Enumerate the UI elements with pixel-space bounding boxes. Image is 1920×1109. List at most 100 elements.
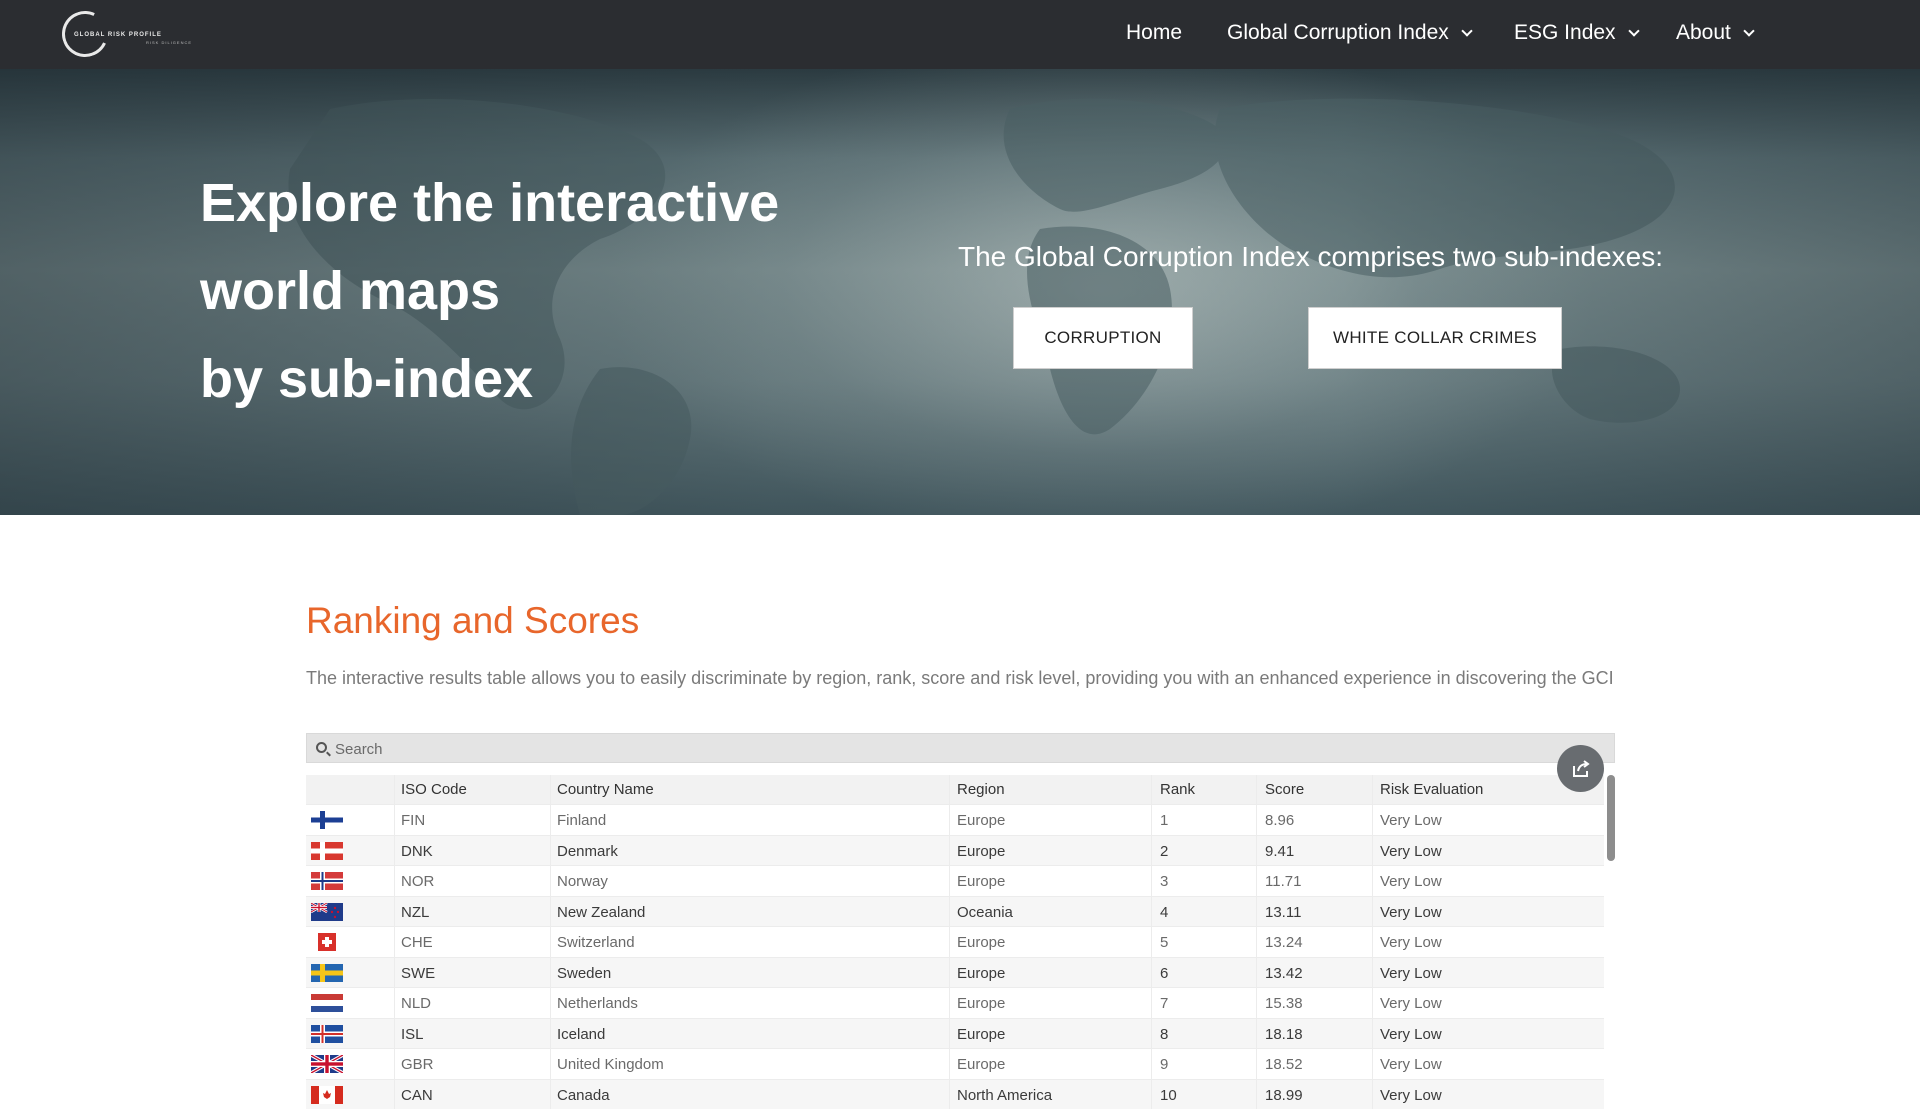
column-divider bbox=[394, 805, 395, 835]
cell-region: Europe bbox=[957, 1026, 1005, 1043]
cell-country: Finland bbox=[557, 812, 606, 829]
cell-risk: Very Low bbox=[1380, 1056, 1442, 1073]
column-divider bbox=[550, 1049, 551, 1079]
country-flag-icon bbox=[311, 811, 343, 829]
column-divider bbox=[1151, 1049, 1152, 1079]
share-button[interactable] bbox=[1557, 745, 1604, 792]
column-divider bbox=[1151, 775, 1152, 804]
column-divider bbox=[1151, 927, 1152, 957]
cell-region: Oceania bbox=[957, 904, 1013, 921]
column-divider bbox=[1256, 775, 1257, 804]
cell-rank: 7 bbox=[1160, 995, 1168, 1012]
column-divider bbox=[1151, 1019, 1152, 1049]
column-divider bbox=[1151, 958, 1152, 988]
column-divider bbox=[1151, 1080, 1152, 1109]
column-header-country-name[interactable]: Country Name bbox=[557, 781, 654, 798]
column-divider bbox=[550, 958, 551, 988]
column-header-iso-code[interactable]: ISO Code bbox=[401, 781, 467, 798]
column-divider bbox=[550, 866, 551, 896]
cell-country: Iceland bbox=[557, 1026, 605, 1043]
white-collar-crimes-button[interactable]: WHITE COLLAR CRIMES bbox=[1308, 307, 1562, 369]
cell-region: North America bbox=[957, 1087, 1052, 1104]
country-flag-icon bbox=[311, 994, 343, 1012]
hero-title-line: by sub-index bbox=[200, 335, 820, 423]
cell-iso: CHE bbox=[401, 934, 433, 951]
cell-score: 13.24 bbox=[1265, 934, 1303, 951]
nav-item-global-corruption-index[interactable]: Global Corruption Index bbox=[1227, 21, 1471, 45]
table-row[interactable]: ISLIcelandEurope818.18Very Low bbox=[306, 1018, 1604, 1049]
corruption-button[interactable]: CORRUPTION bbox=[1013, 307, 1193, 369]
hero-title-line: world maps bbox=[200, 247, 820, 335]
cell-rank: 2 bbox=[1160, 843, 1168, 860]
cell-country: Norway bbox=[557, 873, 608, 890]
column-divider bbox=[1372, 1019, 1373, 1049]
cell-region: Europe bbox=[957, 995, 1005, 1012]
country-flag-icon bbox=[311, 964, 343, 982]
table-row[interactable]: DNKDenmarkEurope29.41Very Low bbox=[306, 835, 1604, 866]
column-divider bbox=[949, 866, 950, 896]
chevron-down-icon bbox=[1628, 25, 1639, 36]
table-scrollbar[interactable] bbox=[1607, 775, 1615, 861]
cell-iso: DNK bbox=[401, 843, 433, 860]
nav-item-label: About bbox=[1676, 21, 1731, 45]
results-table: ISO Code Country Name Region Rank Score … bbox=[306, 775, 1604, 1109]
cell-country: United Kingdom bbox=[557, 1056, 664, 1073]
table-row[interactable]: GBRUnited KingdomEurope918.52Very Low bbox=[306, 1048, 1604, 1079]
column-divider bbox=[1151, 836, 1152, 866]
logo-subtext: RISK DILIGENCE bbox=[146, 40, 192, 45]
nav-item-esg-index[interactable]: ESG Index bbox=[1514, 21, 1638, 45]
cell-risk: Very Low bbox=[1380, 1026, 1442, 1043]
nav-item-home[interactable]: Home bbox=[1126, 21, 1182, 45]
table-row[interactable]: CHESwitzerlandEurope513.24Very Low bbox=[306, 926, 1604, 957]
logo-text: GLOBAL RISK PROFILE bbox=[74, 32, 162, 38]
column-divider bbox=[1151, 897, 1152, 927]
cell-country: Netherlands bbox=[557, 995, 638, 1012]
cell-iso: GBR bbox=[401, 1056, 434, 1073]
table-row[interactable]: SWESwedenEurope613.42Very Low bbox=[306, 957, 1604, 988]
table-row[interactable]: FINFinlandEurope18.96Very Low bbox=[306, 804, 1604, 835]
column-divider bbox=[394, 897, 395, 927]
cell-score: 18.52 bbox=[1265, 1056, 1303, 1073]
table-row[interactable]: NORNorwayEurope311.71Very Low bbox=[306, 865, 1604, 896]
column-divider bbox=[949, 805, 950, 835]
column-divider bbox=[1151, 866, 1152, 896]
column-header-score[interactable]: Score bbox=[1265, 781, 1304, 798]
search-input[interactable] bbox=[335, 738, 1535, 760]
column-divider bbox=[949, 988, 950, 1018]
column-divider bbox=[949, 1049, 950, 1079]
column-divider bbox=[1256, 988, 1257, 1018]
cell-iso: FIN bbox=[401, 812, 425, 829]
column-divider bbox=[949, 775, 950, 804]
column-divider bbox=[550, 1080, 551, 1109]
column-divider bbox=[394, 1019, 395, 1049]
column-header-rank[interactable]: Rank bbox=[1160, 781, 1195, 798]
nav-item-label: Home bbox=[1126, 21, 1182, 45]
cell-country: Denmark bbox=[557, 843, 618, 860]
site-logo[interactable]: GLOBAL RISK PROFILE RISK DILIGENCE bbox=[60, 10, 170, 58]
country-flag-icon bbox=[311, 1025, 343, 1043]
cell-risk: Very Low bbox=[1380, 995, 1442, 1012]
section-description: The interactive results table allows you… bbox=[306, 668, 1614, 689]
column-divider bbox=[1151, 988, 1152, 1018]
column-header-region[interactable]: Region bbox=[957, 781, 1005, 798]
table-row[interactable]: NLDNetherlandsEurope715.38Very Low bbox=[306, 987, 1604, 1018]
column-divider bbox=[949, 927, 950, 957]
cell-score: 18.99 bbox=[1265, 1087, 1303, 1104]
cell-risk: Very Low bbox=[1380, 904, 1442, 921]
cell-score: 8.96 bbox=[1265, 812, 1294, 829]
column-divider bbox=[1372, 927, 1373, 957]
cell-risk: Very Low bbox=[1380, 934, 1442, 951]
column-header-risk-evaluation[interactable]: Risk Evaluation bbox=[1380, 781, 1483, 798]
cell-risk: Very Low bbox=[1380, 965, 1442, 982]
cell-score: 11.71 bbox=[1265, 873, 1301, 890]
table-row[interactable]: NZLNew ZealandOceania413.11Very Low bbox=[306, 896, 1604, 927]
table-row[interactable]: CANCanadaNorth America1018.99Very Low bbox=[306, 1079, 1604, 1109]
column-divider bbox=[1256, 958, 1257, 988]
cell-iso: NOR bbox=[401, 873, 434, 890]
column-divider bbox=[1372, 805, 1373, 835]
country-flag-icon bbox=[311, 933, 343, 951]
column-divider bbox=[1372, 958, 1373, 988]
column-divider bbox=[1372, 775, 1373, 804]
nav-item-about[interactable]: About bbox=[1676, 21, 1753, 45]
section-title: Ranking and Scores bbox=[306, 600, 639, 642]
